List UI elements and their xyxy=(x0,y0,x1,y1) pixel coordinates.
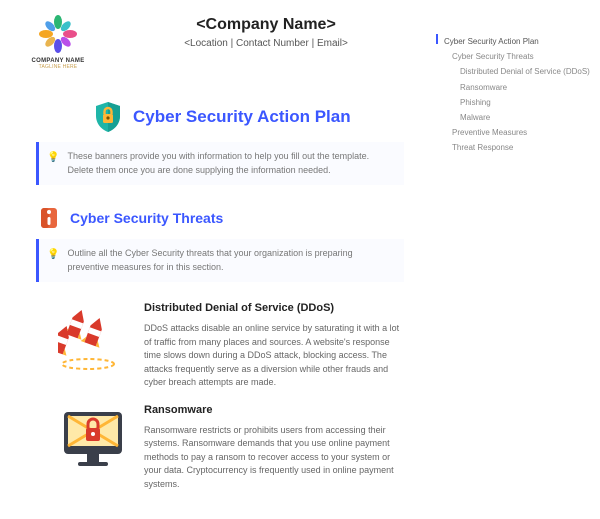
lightbulb-icon: 💡 xyxy=(47,150,59,177)
threat-title: Ransomware xyxy=(144,404,404,416)
shield-lock-icon xyxy=(93,100,123,134)
toc-item[interactable]: Preventive Measures xyxy=(452,125,594,140)
title-block: <Company Name> <Location | Contact Numbe… xyxy=(110,12,422,49)
table-of-contents: Cyber Security Action Plan Cyber Securit… xyxy=(444,34,594,156)
main-section-title: Cyber Security Action Plan xyxy=(93,100,422,134)
logo-tagline: TAGLINE HERE xyxy=(39,64,78,70)
toc-item[interactable]: Phishing xyxy=(460,95,594,110)
threat-body: Ransomware Ransomware restricts or prohi… xyxy=(144,404,404,492)
toc-item[interactable]: Cyber Security Threats xyxy=(452,49,594,64)
toc-item[interactable]: Cyber Security Action Plan xyxy=(444,34,594,49)
banner-text: These banners provide you with informati… xyxy=(67,150,394,177)
toc-item[interactable]: Malware xyxy=(460,110,594,125)
company-logo-icon xyxy=(36,12,80,56)
toc-item[interactable]: Ransomware xyxy=(460,80,594,95)
company-meta: <Location | Contact Number | Email> xyxy=(110,38,422,49)
company-name: <Company Name> xyxy=(110,16,422,34)
ddos-missiles-icon xyxy=(58,302,128,372)
ransomware-monitor-icon xyxy=(58,404,128,474)
document-main: COMPANY NAME TAGLINE HERE <Company Name>… xyxy=(0,0,440,491)
lightbulb-icon: 💡 xyxy=(47,247,59,274)
threat-description: DDoS attacks disable an online service b… xyxy=(144,322,404,390)
info-banner: 💡 These banners provide you with informa… xyxy=(36,142,404,185)
threats-section-title: Cyber Security Threats xyxy=(38,205,422,231)
threat-item: Distributed Denial of Service (DDoS) DDo… xyxy=(58,302,404,390)
banner-text: Outline all the Cyber Security threats t… xyxy=(67,247,394,274)
door-threat-icon xyxy=(38,205,60,231)
page-title: Cyber Security Action Plan xyxy=(133,107,351,127)
threats-heading: Cyber Security Threats xyxy=(70,210,223,226)
threat-description: Ransomware restricts or prohibits users … xyxy=(144,424,404,492)
toc-cursor-icon xyxy=(436,34,438,44)
threat-title: Distributed Denial of Service (DDoS) xyxy=(144,302,404,314)
header: COMPANY NAME TAGLINE HERE <Company Name>… xyxy=(18,12,422,70)
toc-item[interactable]: Distributed Denial of Service (DDoS) xyxy=(460,64,594,79)
info-banner: 💡 Outline all the Cyber Security threats… xyxy=(36,239,404,282)
toc-item[interactable]: Threat Response xyxy=(452,140,594,155)
threat-body: Distributed Denial of Service (DDoS) DDo… xyxy=(144,302,404,390)
logo-block: COMPANY NAME TAGLINE HERE xyxy=(18,12,98,70)
threat-item: Ransomware Ransomware restricts or prohi… xyxy=(58,404,404,492)
